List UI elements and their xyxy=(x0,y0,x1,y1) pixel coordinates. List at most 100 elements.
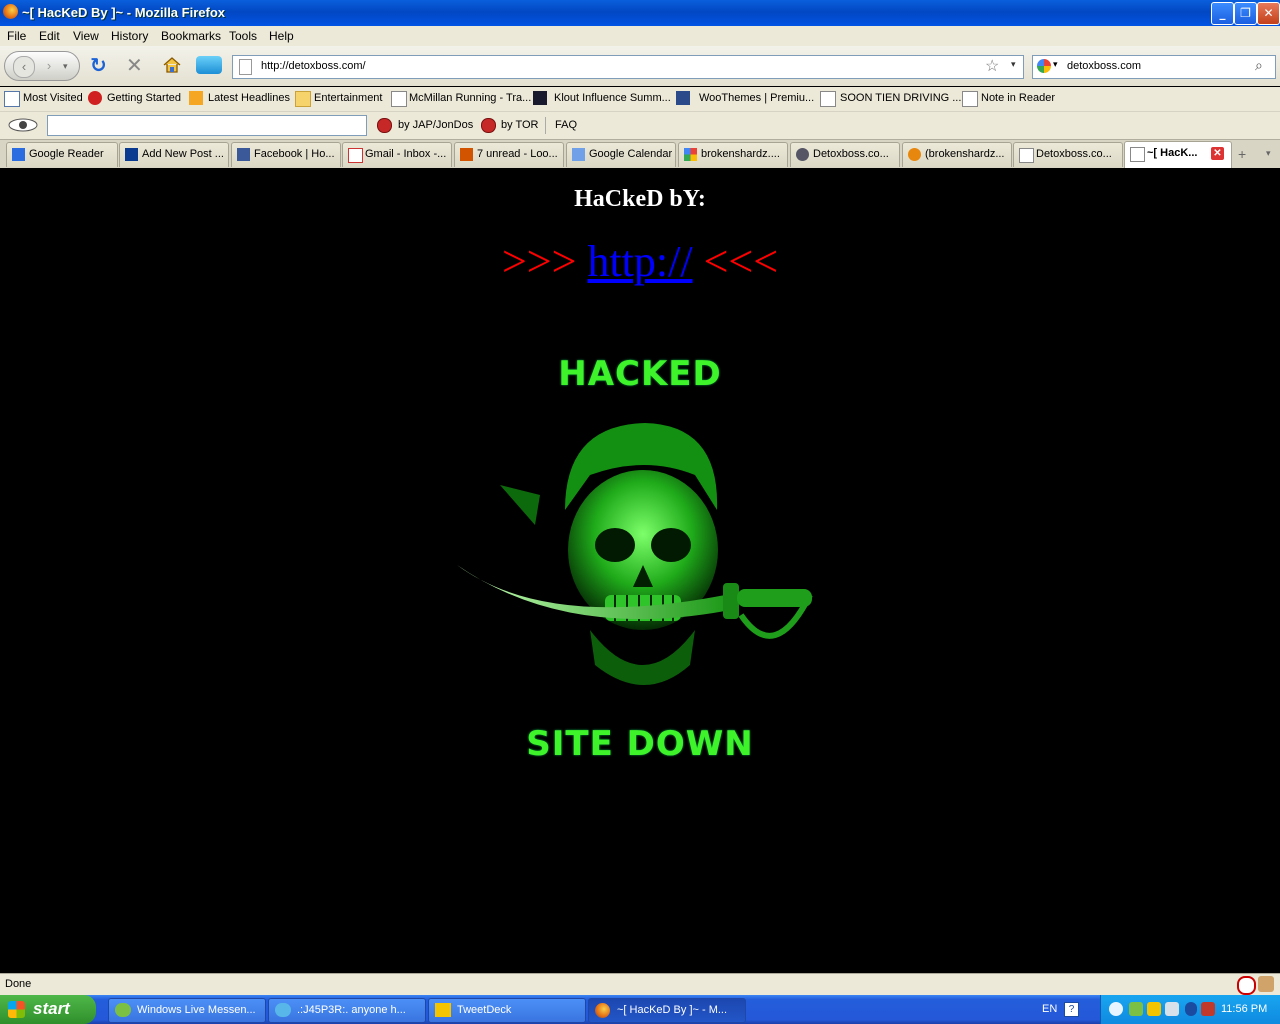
tab-hacked-active[interactable]: ~[ HacK... ✕ xyxy=(1124,141,1232,169)
history-dropdown-icon[interactable]: ▾ xyxy=(63,58,75,74)
page-icon xyxy=(820,91,836,107)
tab-gmail[interactable]: Gmail - Inbox -... xyxy=(342,142,452,167)
play-icon xyxy=(377,118,392,133)
bookmark-mcmillan[interactable]: McMillan Running - Tra... xyxy=(409,92,531,104)
back-button[interactable]: ‹ xyxy=(13,56,35,78)
addon-jondos[interactable]: by JAP/JonDos xyxy=(398,119,473,131)
wordpress-icon xyxy=(796,148,809,161)
tray-expand-icon[interactable] xyxy=(1109,1002,1123,1016)
windows-logo-icon xyxy=(8,1001,25,1018)
tab-google-reader[interactable]: Google Reader xyxy=(6,142,118,167)
tab-google-calendar[interactable]: Google Calendar xyxy=(566,142,676,167)
close-window-button[interactable]: ✕ xyxy=(1257,2,1280,25)
addon-toolbar-icon[interactable] xyxy=(196,56,222,74)
link-line: >>> http:// <<< xyxy=(0,236,1280,287)
page-icon xyxy=(1130,147,1145,162)
help-icon[interactable]: ? xyxy=(1064,1002,1079,1017)
stop-icon[interactable]: ✕ xyxy=(126,54,146,76)
forward-button[interactable]: › xyxy=(41,58,57,74)
page-icon xyxy=(239,59,252,75)
tab-brokenshardz[interactable]: brokenshardz.... xyxy=(678,142,788,167)
search-input[interactable]: detoxboss.com xyxy=(1067,60,1141,72)
tray-messenger-icon[interactable] xyxy=(1129,1002,1143,1016)
window-title-bar[interactable]: ~[ HacKeD By ]~ - Mozilla Firefox _ ❐ ✕ xyxy=(0,0,1280,26)
klout-icon xyxy=(533,91,547,105)
bookmark-getting-started[interactable]: Getting Started xyxy=(107,92,181,104)
language-indicator[interactable]: EN xyxy=(1042,1003,1057,1015)
menu-bookmarks[interactable]: Bookmarks xyxy=(161,29,221,43)
addon-faq[interactable]: FAQ xyxy=(555,119,577,131)
tab-detoxboss[interactable]: Detoxboss.co... xyxy=(790,142,900,167)
right-arrows: <<< xyxy=(703,237,779,286)
menu-file[interactable]: File xyxy=(7,29,26,43)
bookmark-entertainment[interactable]: Entertainment xyxy=(314,92,382,104)
messenger-icon xyxy=(115,1003,131,1017)
url-text[interactable]: http://detoxboss.com/ xyxy=(261,60,366,72)
feed-icon xyxy=(460,148,473,161)
start-button[interactable]: start xyxy=(0,995,96,1024)
addon-status-icon[interactable] xyxy=(1258,976,1274,992)
tab-unread[interactable]: 7 unread - Loo... xyxy=(454,142,564,167)
tray-security-icon[interactable] xyxy=(1201,1002,1215,1016)
close-tab-icon[interactable]: ✕ xyxy=(1211,147,1224,160)
address-bar[interactable]: http://detoxboss.com/ ☆ ▾ xyxy=(232,55,1024,79)
hacker-link[interactable]: http:// xyxy=(587,237,692,286)
eye-icon[interactable] xyxy=(7,117,39,133)
tray-network-icon[interactable] xyxy=(1147,1002,1161,1016)
tab-facebook[interactable]: Facebook | Ho... xyxy=(231,142,341,167)
restore-button[interactable]: ❐ xyxy=(1234,2,1257,25)
calendar-icon xyxy=(572,148,585,161)
play-icon xyxy=(481,118,496,133)
no-script-icon[interactable] xyxy=(1237,976,1256,995)
addon-tor[interactable]: by TOR xyxy=(501,119,539,131)
bookmark-star-icon[interactable]: ☆ xyxy=(985,56,999,76)
clock: 11:56 PM xyxy=(1221,1003,1268,1015)
menu-edit[interactable]: Edit xyxy=(39,29,60,43)
pirate-skull-image xyxy=(455,415,825,705)
page-icon xyxy=(391,91,407,107)
getting-started-icon xyxy=(88,91,102,105)
gmail-icon xyxy=(348,148,363,163)
woothemes-icon xyxy=(676,91,690,105)
google-search-engine-icon[interactable] xyxy=(1037,59,1051,73)
bluetooth-icon[interactable] xyxy=(1185,1002,1197,1016)
facebook-icon xyxy=(237,148,250,161)
menu-history[interactable]: History xyxy=(111,29,148,43)
minimize-button[interactable]: _ xyxy=(1211,2,1234,25)
page-icon xyxy=(962,91,978,107)
tab-add-new-post[interactable]: Add New Post ... xyxy=(119,142,229,167)
window-title: ~[ HacKeD By ]~ - Mozilla Firefox xyxy=(22,5,225,20)
bookmark-soon-tien[interactable]: SOON TIEN DRIVING ... xyxy=(840,92,961,104)
search-bar[interactable]: ▾ detoxboss.com ⌕ xyxy=(1032,55,1276,79)
menu-view[interactable]: View xyxy=(73,29,99,43)
bookmark-most-visited[interactable]: Most Visited xyxy=(23,92,83,104)
reload-icon[interactable]: ↻ xyxy=(90,54,110,76)
url-dropdown-icon[interactable]: ▾ xyxy=(1011,59,1016,70)
bookmark-klout[interactable]: Klout Influence Summ... xyxy=(554,92,671,104)
addon-search-input[interactable] xyxy=(47,115,367,136)
tab-brokenshardz-2[interactable]: (brokenshardz... xyxy=(902,142,1012,167)
menu-help[interactable]: Help xyxy=(269,29,294,43)
hacked-text: HACKED xyxy=(558,354,722,394)
tab-detoxboss-2[interactable]: Detoxboss.co... xyxy=(1013,142,1123,167)
tweetdeck-icon xyxy=(435,1003,451,1017)
task-firefox-hacked[interactable]: ~[ HacKeD By ]~ - M... xyxy=(588,998,746,1023)
task-tweetdeck[interactable]: TweetDeck xyxy=(428,998,586,1023)
home-icon[interactable] xyxy=(162,55,182,75)
google-reader-icon xyxy=(12,148,25,161)
new-tab-icon[interactable]: + xyxy=(1238,146,1246,162)
task-chat[interactable]: .:J45P3R:. anyone h... xyxy=(268,998,426,1023)
status-bar: Done xyxy=(0,973,1280,996)
menu-bar: File Edit View History Bookmarks Tools H… xyxy=(0,26,1280,46)
bookmark-latest-headlines[interactable]: Latest Headlines xyxy=(208,92,290,104)
tray-volume-icon[interactable] xyxy=(1165,1002,1179,1016)
firefox-icon xyxy=(3,4,18,19)
search-engine-dropdown-icon[interactable]: ▾ xyxy=(1053,59,1058,70)
bookmark-note-in-reader[interactable]: Note in Reader xyxy=(981,92,1055,104)
start-label: start xyxy=(33,999,70,1018)
bookmark-woothemes[interactable]: WooThemes | Premiu... xyxy=(699,92,814,104)
menu-tools[interactable]: Tools xyxy=(229,29,257,43)
tab-list-dropdown-icon[interactable]: ▾ xyxy=(1266,148,1271,159)
search-icon[interactable]: ⌕ xyxy=(1255,57,1263,74)
task-windows-live-messenger[interactable]: Windows Live Messen... xyxy=(108,998,266,1023)
